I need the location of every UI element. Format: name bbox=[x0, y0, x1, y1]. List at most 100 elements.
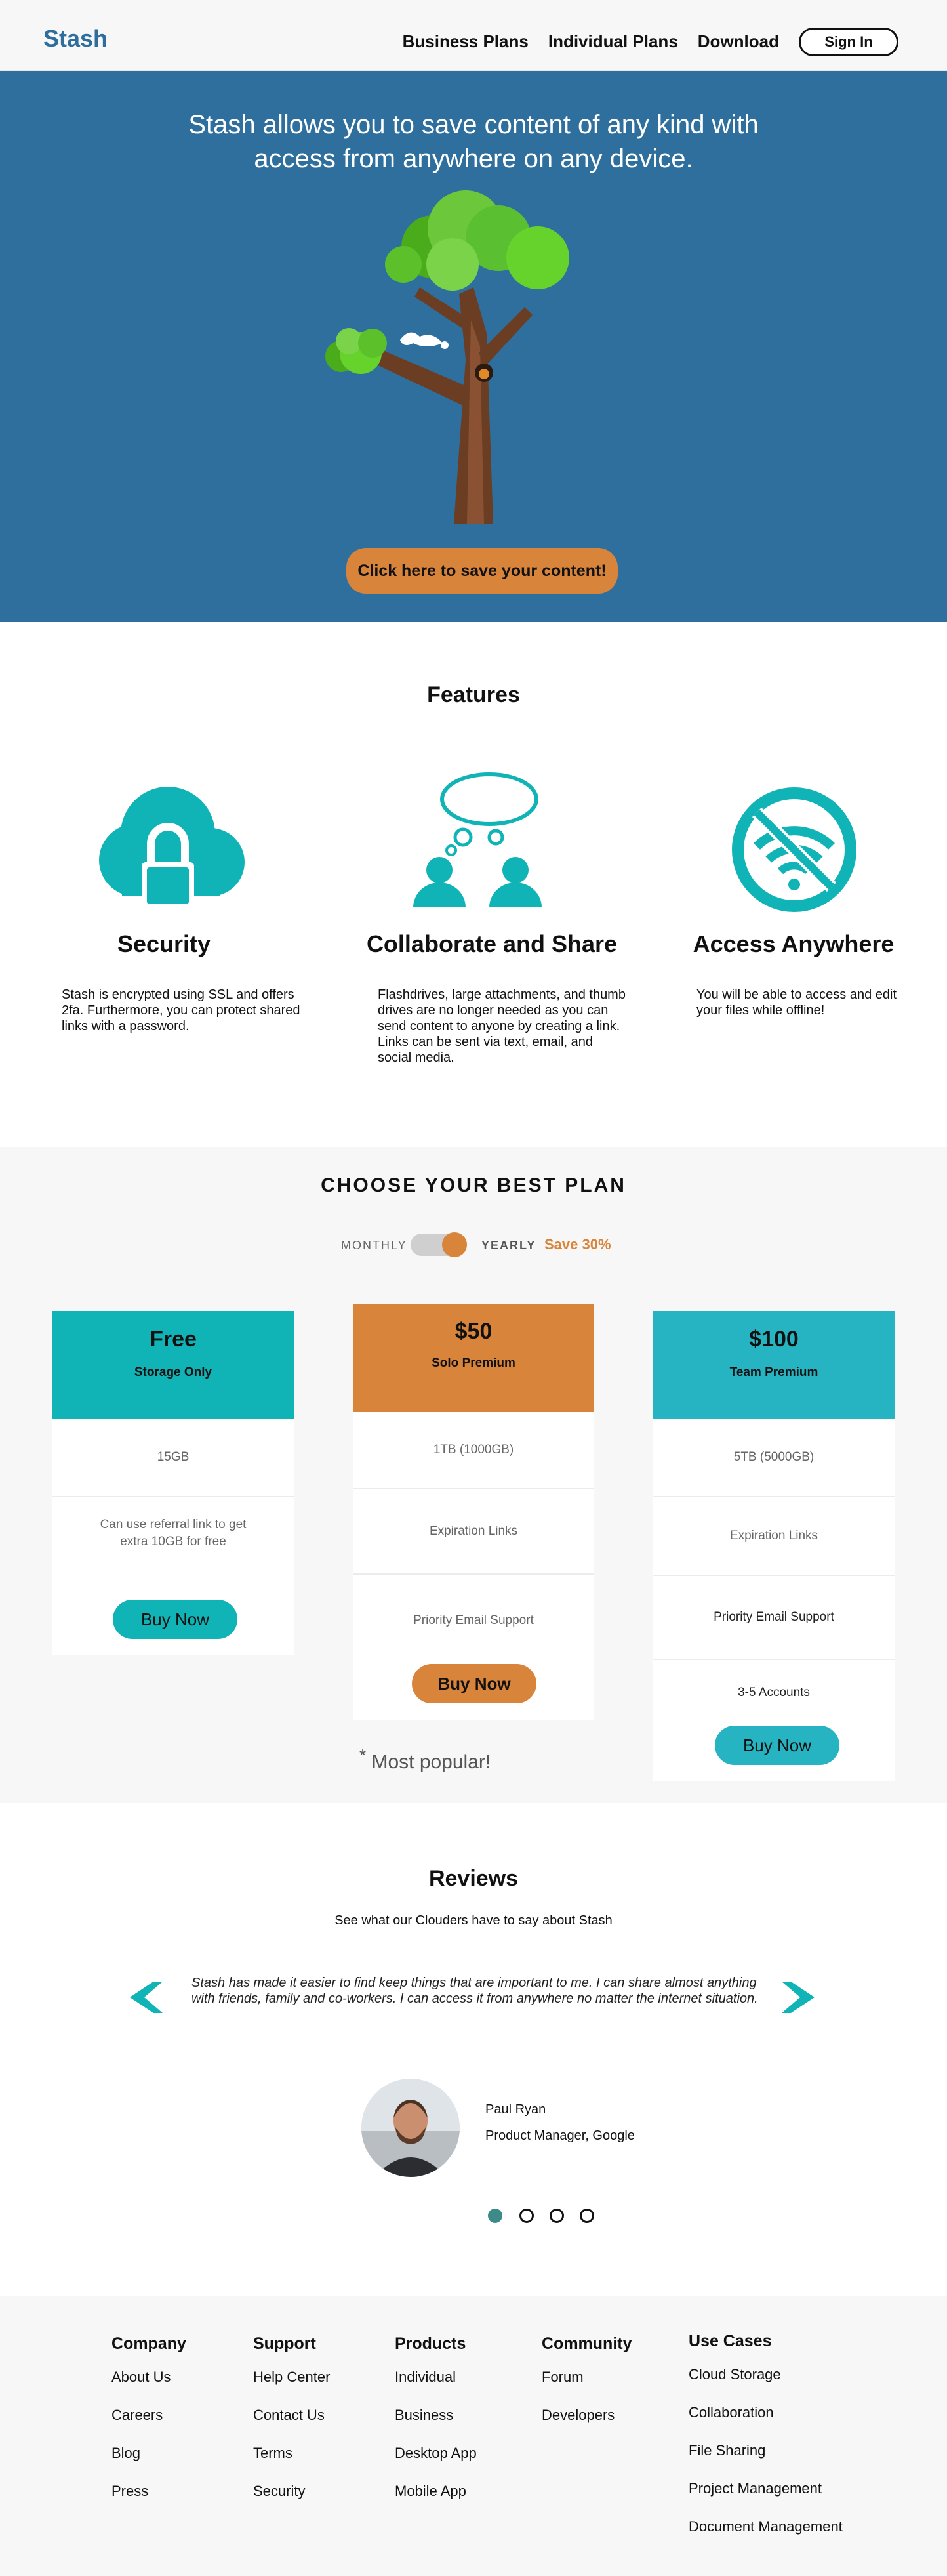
plan-card-team: $100 Team Premium 5TB (5000GB) Expiratio… bbox=[653, 1311, 895, 1781]
plan-price: $50 bbox=[454, 1319, 493, 1344]
hero: Stash allows you to save content of any … bbox=[0, 71, 947, 622]
footer-link[interactable]: Blog bbox=[111, 2445, 186, 2483]
toggle-knob bbox=[442, 1232, 467, 1257]
no-wifi-icon bbox=[732, 787, 856, 912]
feature-collaborate-desc: Flashdrives, large attachments, and thum… bbox=[378, 987, 626, 1065]
features-title: Features bbox=[427, 682, 520, 707]
plan-feature: 3-5 Accounts bbox=[738, 1686, 810, 1699]
collaborate-icon bbox=[413, 772, 542, 907]
buy-now-button-team[interactable]: Buy Now bbox=[715, 1726, 839, 1765]
footer-col-products: Products Individual Business Desktop App… bbox=[395, 2335, 477, 2521]
plan-feature: Priority Email Support bbox=[653, 1576, 895, 1660]
plan-card-solo: $50 Solo Premium 1TB (1000GB) Expiration… bbox=[353, 1304, 594, 1720]
plan-price: Free bbox=[150, 1327, 197, 1352]
plan-feature: 15GB bbox=[52, 1419, 294, 1497]
feature-security-title: Security bbox=[117, 930, 211, 957]
footer-link[interactable]: Individual bbox=[395, 2369, 477, 2407]
reviewer-role: Product Manager, Google bbox=[485, 2129, 635, 2143]
footer-link[interactable]: Document Management bbox=[689, 2518, 843, 2556]
feature-security-desc: Stash is encrypted using SSL and offers … bbox=[62, 987, 300, 1033]
footer-link[interactable]: Business bbox=[395, 2407, 477, 2445]
feature-access-desc: You will be able to access and edit your… bbox=[696, 987, 897, 1018]
billing-toggle[interactable] bbox=[411, 1232, 467, 1257]
most-popular-note: * Most popular! bbox=[359, 1745, 491, 1774]
footer-link[interactable]: Security bbox=[253, 2483, 330, 2521]
plan-feature: Priority Email Support bbox=[413, 1613, 534, 1627]
footer-col-company: Company About Us Careers Blog Press bbox=[111, 2335, 186, 2521]
feature-collaborate-title: Collaborate and Share bbox=[366, 930, 618, 957]
nav-individual-plans[interactable]: Individual Plans bbox=[548, 31, 678, 52]
footer-link[interactable]: Collaboration bbox=[689, 2404, 843, 2442]
footer-heading: Support bbox=[253, 2335, 316, 2353]
footer-heading: Community bbox=[542, 2335, 632, 2353]
feature-access-title: Access Anywhere bbox=[693, 930, 895, 957]
footer-col-support: Support Help Center Contact Us Terms Sec… bbox=[253, 2335, 330, 2521]
footer-link[interactable]: Developers bbox=[542, 2407, 632, 2445]
footer-link[interactable]: Press bbox=[111, 2483, 186, 2521]
reviewer-name: Paul Ryan bbox=[485, 2102, 546, 2117]
chevron-left-icon[interactable] bbox=[129, 1980, 163, 2014]
save-content-button[interactable]: Click here to save your content! bbox=[346, 548, 618, 594]
plan-name: Team Premium bbox=[729, 1365, 818, 1379]
sign-in-button[interactable]: Sign In bbox=[799, 28, 898, 56]
nav-business-plans[interactable]: Business Plans bbox=[403, 31, 529, 52]
pricing-heading: CHOOSE YOUR BEST PLAN bbox=[321, 1174, 626, 1196]
plan-feature: Can use referral link to get extra 10GB … bbox=[100, 1518, 247, 1548]
plan-name: Solo Premium bbox=[432, 1356, 515, 1370]
plan-header-free: Free Storage Only bbox=[52, 1311, 294, 1419]
footer-link[interactable]: Mobile App bbox=[395, 2483, 477, 2521]
buy-now-button-free[interactable]: Buy Now bbox=[113, 1600, 237, 1639]
billing-toggle-row: MONTHLY YEARLY Save 30% bbox=[0, 1231, 947, 1257]
hero-title-line2: access from anywhere on any device. bbox=[254, 144, 693, 173]
hero-title-line1: Stash allows you to save content of any … bbox=[188, 110, 759, 139]
footer-link[interactable]: Forum bbox=[542, 2369, 632, 2407]
save-badge: Save 30% bbox=[544, 1236, 611, 1253]
most-popular-label: Most popular! bbox=[371, 1751, 491, 1773]
plan-feature: Expiration Links bbox=[653, 1497, 895, 1576]
plan-price: $100 bbox=[749, 1327, 799, 1352]
footer-col-use-cases: Use Cases Cloud Storage Collaboration Fi… bbox=[689, 2332, 843, 2556]
footer-link[interactable]: Careers bbox=[111, 2407, 186, 2445]
plan-feature: 1TB (1000GB) bbox=[353, 1412, 594, 1489]
person-photo bbox=[361, 2079, 460, 2177]
reviewer-avatar bbox=[361, 2079, 460, 2177]
top-nav: Stash Business Plans Individual Plans Do… bbox=[0, 0, 947, 71]
review-quote: Stash has made it easier to find keep th… bbox=[191, 1976, 758, 2006]
features-section: Features Security Stash is encrypted usi… bbox=[0, 622, 947, 1147]
pricing-section: CHOOSE YOUR BEST PLAN MONTHLY YEARLY Sav… bbox=[0, 1147, 947, 1803]
cloud-lock-icon bbox=[99, 787, 245, 908]
plan-header-team: $100 Team Premium bbox=[653, 1311, 895, 1419]
footer-link[interactable]: Desktop App bbox=[395, 2445, 477, 2483]
logo[interactable]: Stash bbox=[43, 25, 108, 52]
reviews-subtitle: See what our Clouders have to say about … bbox=[334, 1913, 613, 1928]
nav-download[interactable]: Download bbox=[698, 31, 779, 52]
asterisk: * bbox=[359, 1745, 367, 1765]
footer-link[interactable]: About Us bbox=[111, 2369, 186, 2407]
yearly-label: YEARLY bbox=[481, 1239, 536, 1252]
carousel-dot-1[interactable] bbox=[488, 2209, 502, 2223]
carousel-dot-4[interactable] bbox=[580, 2209, 594, 2223]
plan-feature: Expiration Links bbox=[353, 1489, 594, 1575]
tree-squirrel-illustration bbox=[325, 190, 569, 524]
footer-link[interactable]: File Sharing bbox=[689, 2442, 843, 2480]
footer: Company About Us Careers Blog Press Supp… bbox=[0, 2296, 947, 2576]
footer-link[interactable]: Cloud Storage bbox=[689, 2366, 843, 2404]
footer-heading: Company bbox=[111, 2335, 186, 2353]
plan-name: Storage Only bbox=[134, 1365, 212, 1379]
carousel-dot-2[interactable] bbox=[519, 2209, 534, 2223]
footer-link[interactable]: Contact Us bbox=[253, 2407, 330, 2445]
buy-now-button-solo[interactable]: Buy Now bbox=[412, 1664, 536, 1703]
carousel-dot-3[interactable] bbox=[550, 2209, 564, 2223]
footer-link[interactable]: Terms bbox=[253, 2445, 330, 2483]
plan-feature: 5TB (5000GB) bbox=[653, 1419, 895, 1497]
reviews-section: Reviews See what our Clouders have to sa… bbox=[0, 1803, 947, 2296]
nav-links: Business Plans Individual Plans Download bbox=[403, 31, 779, 52]
plan-card-free: Free Storage Only 15GB Can use referral … bbox=[52, 1311, 294, 1655]
hero-title: Stash allows you to save content of any … bbox=[0, 108, 947, 176]
reviews-title: Reviews bbox=[428, 1866, 519, 1891]
footer-link[interactable]: Help Center bbox=[253, 2369, 330, 2407]
footer-heading: Use Cases bbox=[689, 2332, 772, 2350]
chevron-right-icon[interactable] bbox=[782, 1980, 816, 2014]
footer-link[interactable]: Project Management bbox=[689, 2480, 843, 2518]
plan-header-solo: $50 Solo Premium bbox=[353, 1304, 594, 1412]
